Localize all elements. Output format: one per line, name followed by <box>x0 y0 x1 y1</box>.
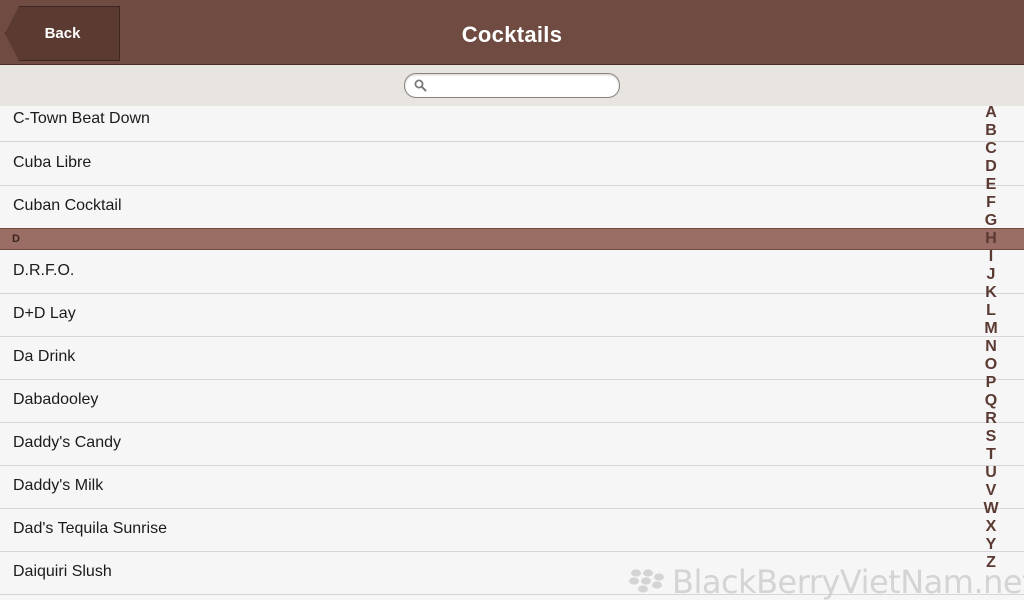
index-letter-v[interactable]: V <box>978 482 1004 500</box>
header-bar: Back Cocktails <box>0 0 1024 65</box>
list-item-label: Daiquiri Slush <box>13 563 112 580</box>
index-letter-a[interactable]: A <box>978 104 1004 122</box>
list-item-label: D.R.F.O. <box>13 262 75 279</box>
index-letter-i[interactable]: I <box>978 248 1004 266</box>
list-item[interactable]: Cuba Libre <box>0 143 1024 186</box>
list-item-label: Dabadooley <box>13 391 99 408</box>
list-item[interactable]: Da Drink <box>0 337 1024 380</box>
index-letter-h[interactable]: H <box>978 230 1004 248</box>
index-letter-z[interactable]: Z <box>978 554 1004 572</box>
list-item-label: D+D Lay <box>13 305 76 322</box>
index-letter-g[interactable]: G <box>978 212 1004 230</box>
index-letter-q[interactable]: Q <box>978 392 1004 410</box>
section-header-label: D <box>12 233 20 245</box>
index-letter-t[interactable]: T <box>978 446 1004 464</box>
list-item[interactable]: D.R.F.O. <box>0 251 1024 294</box>
search-icon <box>414 79 427 92</box>
index-letter-m[interactable]: M <box>978 320 1004 338</box>
list-item-label: C-Town Beat Down <box>13 110 150 127</box>
index-letter-u[interactable]: U <box>978 464 1004 482</box>
list-item-label: Cuban Cocktail <box>13 197 122 214</box>
index-letter-o[interactable]: O <box>978 356 1004 374</box>
section-header: D <box>0 228 1024 250</box>
search-bar <box>0 65 1024 106</box>
index-letter-k[interactable]: K <box>978 284 1004 302</box>
index-letter-b[interactable]: B <box>978 122 1004 140</box>
list-item-label: Cuba Libre <box>13 154 92 171</box>
list-item[interactable]: C-Town Beat Down <box>0 106 1024 142</box>
index-letter-d[interactable]: D <box>978 158 1004 176</box>
list-item-label: Daddy's Milk <box>13 477 104 494</box>
index-letter-j[interactable]: J <box>978 266 1004 284</box>
list-item[interactable]: Dad's Tequila Sunrise <box>0 509 1024 552</box>
index-letter-c[interactable]: C <box>978 140 1004 158</box>
list-item[interactable]: Daddy's Milk <box>0 466 1024 509</box>
list-item[interactable]: Cuban Cocktail <box>0 186 1024 229</box>
index-letter-l[interactable]: L <box>978 302 1004 320</box>
search-field[interactable] <box>404 73 620 98</box>
index-letter-p[interactable]: P <box>978 374 1004 392</box>
index-letter-f[interactable]: F <box>978 194 1004 212</box>
index-letter-n[interactable]: N <box>978 338 1004 356</box>
app-window: Back Cocktails C-Town Beat Down Cuba Lib… <box>0 0 1024 600</box>
index-letter-w[interactable]: W <box>978 500 1004 518</box>
page-title: Cocktails <box>461 22 563 47</box>
search-input[interactable] <box>431 76 615 96</box>
list-item[interactable]: Daddy's Candy <box>0 423 1024 466</box>
index-letter-x[interactable]: X <box>978 518 1004 536</box>
list-item[interactable]: Dabadooley <box>0 380 1024 423</box>
cocktail-list[interactable]: C-Town Beat Down Cuba Libre Cuban Cockta… <box>0 106 1024 600</box>
list-item-label: Dad's Tequila Sunrise <box>13 520 167 537</box>
index-letter-s[interactable]: S <box>978 428 1004 446</box>
list-item-label: Da Drink <box>13 348 76 365</box>
index-letter-e[interactable]: E <box>978 176 1004 194</box>
list-item[interactable]: D+D Lay <box>0 294 1024 337</box>
list-item-label: Daddy's Candy <box>13 434 121 451</box>
list-item[interactable]: Daiquiri Slush <box>0 552 1024 595</box>
index-letter-r[interactable]: R <box>978 410 1004 428</box>
index-letter-y[interactable]: Y <box>978 536 1004 554</box>
alphabet-index-bar[interactable]: A B C D E F G H I J K L M N O P Q R S T … <box>978 104 1004 574</box>
